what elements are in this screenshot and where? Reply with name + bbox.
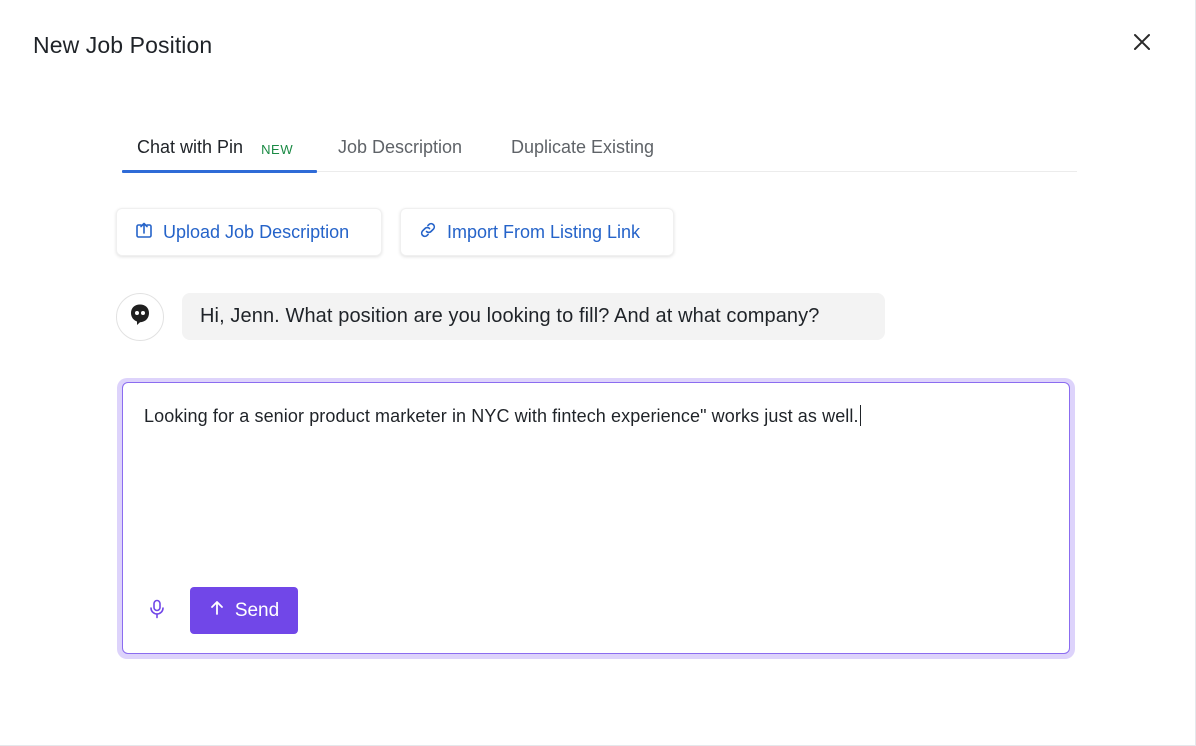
text-caret [859,405,862,426]
import-button-label: Import From Listing Link [447,221,641,242]
modal-title: New Job Position [33,32,213,58]
upload-icon [135,221,153,244]
active-tab-indicator [122,170,317,173]
assistant-avatar [116,293,164,341]
new-job-position-modal: New Job Position Chat with Pin NEW Job D… [0,0,1196,746]
arrow-up-icon [209,600,225,622]
tab-chat-with-pin[interactable]: Chat with Pin NEW [122,128,317,173]
tab-bar: Chat with Pin NEW Job Description Duplic… [122,128,1077,173]
tab-label: Duplicate Existing [511,137,655,157]
send-button-label: Send [234,599,280,621]
new-badge: NEW [261,142,294,157]
tab-job-description[interactable]: Job Description [338,128,462,172]
composer-input[interactable]: Looking for a senior product marketer in… [144,405,862,427]
tab-label: Chat with Pin [137,137,244,157]
assistant-message-text: Hi, Jenn. What position are you looking … [200,305,820,327]
upload-button-label: Upload Job Description [163,221,350,242]
composer-input-value: Looking for a senior product marketer in… [144,406,859,426]
microphone-icon [149,599,165,624]
pin-bot-icon [129,303,151,332]
link-icon [419,221,437,244]
close-icon [1132,32,1152,57]
tab-label: Job Description [338,137,463,157]
message-composer[interactable]: Looking for a senior product marketer in… [122,382,1070,654]
close-button[interactable] [1128,30,1156,58]
send-button[interactable]: Send [190,587,298,634]
assistant-message-bubble: Hi, Jenn. What position are you looking … [182,293,885,340]
tab-duplicate-existing[interactable]: Duplicate Existing [511,128,654,172]
import-from-listing-link-button[interactable]: Import From Listing Link [400,208,674,256]
microphone-button[interactable] [149,599,165,624]
upload-job-description-button[interactable]: Upload Job Description [116,208,382,256]
